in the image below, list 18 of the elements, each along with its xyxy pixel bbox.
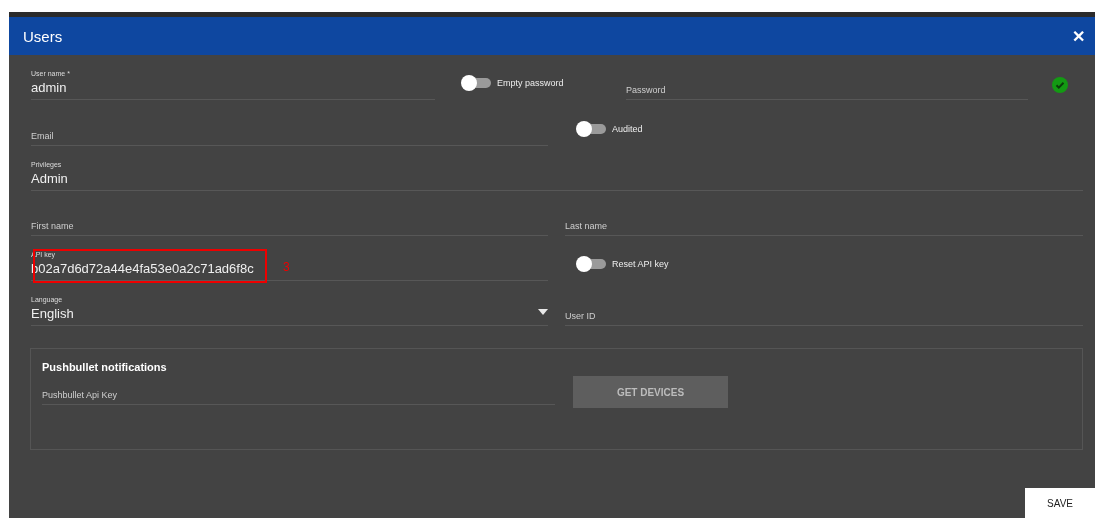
toggle-label: Empty password <box>497 78 564 88</box>
close-button[interactable]: ✕ <box>1070 24 1087 48</box>
toggle-label: Reset API key <box>612 259 669 269</box>
input-field[interactable]: Last name <box>565 202 1083 236</box>
toggle-label: Audited <box>612 124 643 134</box>
input-field[interactable]: Password <box>626 66 1028 100</box>
input-field[interactable]: Email <box>31 112 548 146</box>
input-field[interactable]: User ID <box>565 292 1083 326</box>
toggle-switch[interactable] <box>463 78 491 88</box>
caret-icon <box>538 309 548 315</box>
save-button[interactable]: SAVE <box>1025 488 1095 518</box>
input-field[interactable]: Pushbullet Api Key <box>42 373 555 405</box>
section-title: Pushbullet notifications <box>42 361 168 373</box>
annotation-number: 3 <box>283 260 290 274</box>
window-title: Users <box>23 27 63 45</box>
toggle-switch[interactable] <box>578 259 606 269</box>
input-field[interactable]: First name <box>31 202 548 236</box>
toggle-switch[interactable] <box>578 124 606 134</box>
